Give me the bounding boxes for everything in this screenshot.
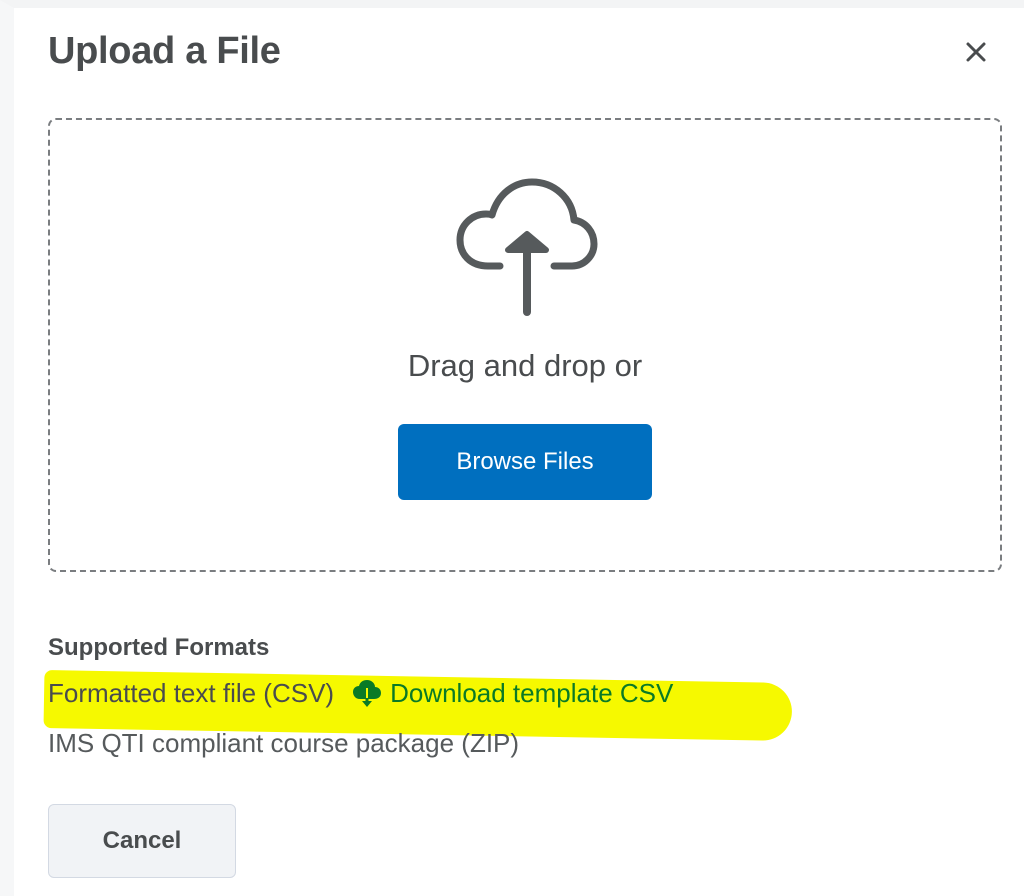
cloud-download-icon [353, 679, 382, 707]
supported-formats-heading: Supported Formats [48, 634, 270, 661]
format-item-zip: IMS QTI compliant course package (ZIP) [48, 728, 519, 759]
close-button[interactable] [958, 34, 994, 70]
file-dropzone[interactable]: Drag and drop or Browse Files [48, 118, 1002, 572]
upload-dialog: Upload a File Drag and drop or Browse Fi… [0, 0, 1024, 896]
format-label-csv: Formatted text file (CSV) [48, 678, 335, 708]
download-template-label: Download template CSV [390, 678, 674, 708]
format-label-zip: IMS QTI compliant course package (ZIP) [48, 728, 520, 758]
drag-drop-text: Drag and drop or [407, 348, 643, 383]
cloud-upload-icon [456, 178, 598, 316]
close-icon [966, 42, 986, 62]
cancel-button[interactable]: Cancel [48, 804, 236, 878]
download-template-csv-link[interactable]: Download template CSV [352, 678, 673, 709]
dialog-title: Upload a File [48, 30, 281, 72]
browse-files-button[interactable]: Browse Files [398, 424, 652, 500]
format-item-csv: Formatted text file (CSV) Download templ… [48, 678, 673, 709]
